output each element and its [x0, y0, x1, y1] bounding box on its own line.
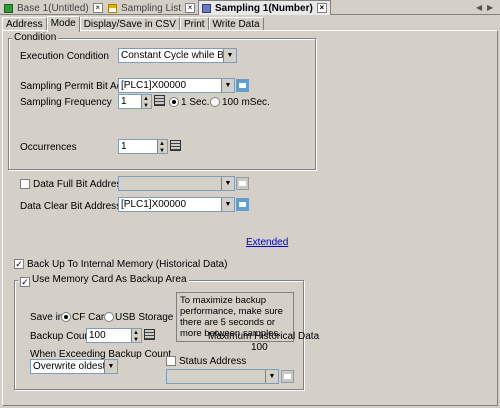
close-icon[interactable]: × — [185, 3, 196, 13]
chevron-down-icon[interactable]: ▼ — [221, 198, 234, 211]
data-clear-bit-address-field[interactable]: [PLC1]X00000 ▼ — [118, 197, 235, 212]
execution-condition-value: Constant Cycle while Bit is ON — [121, 50, 236, 61]
execution-condition-select[interactable]: Constant Cycle while Bit is ON ▼ — [118, 48, 237, 63]
tab-address[interactable]: Address — [2, 17, 47, 31]
backup-count-stepper[interactable]: 100 — [86, 327, 142, 347]
data-full-bit-checkbox[interactable] — [20, 179, 30, 189]
document-tab-bar: Base 1(Untitled) × Sampling List × Sampl… — [0, 0, 500, 15]
close-icon[interactable]: × — [316, 3, 327, 13]
doc-tab-label: Base 1(Untitled) — [17, 2, 89, 14]
tab-scroll-right-icon[interactable]: ▶ — [487, 3, 493, 12]
keypad-icon[interactable] — [154, 95, 165, 106]
sampling-permit-value: [PLC1]X00000 — [121, 80, 187, 91]
doc-tab-sampling-list[interactable]: Sampling List × — [108, 1, 196, 15]
save-cf-card-radio[interactable] — [61, 312, 71, 322]
property-tabs: Address Mode Display/Save in CSV Print W… — [2, 16, 264, 32]
sampling-icon — [202, 3, 211, 13]
data-full-bit-label: Data Full Bit Address — [33, 179, 127, 190]
address-input-icon[interactable] — [236, 198, 249, 211]
tab-mode[interactable]: Mode — [46, 16, 80, 32]
address-input-icon[interactable] — [236, 79, 249, 92]
chevron-down-icon[interactable]: ▼ — [221, 177, 234, 190]
occurrences-stepper[interactable]: 1 — [118, 138, 168, 158]
address-input-icon[interactable] — [236, 177, 249, 190]
tab-scroll-left-icon[interactable]: ◀ — [476, 3, 482, 12]
execution-condition-label: Execution Condition — [20, 51, 109, 62]
table-icon — [108, 3, 117, 13]
chevron-down-icon[interactable]: ▼ — [221, 79, 234, 92]
address-input-icon[interactable] — [281, 370, 294, 383]
memory-card-label: Use Memory Card As Backup Area — [32, 274, 187, 285]
doc-tab-base1[interactable]: Base 1(Untitled) × — [4, 1, 103, 15]
status-address-field[interactable]: ▼ — [166, 369, 279, 384]
doc-tab-label: Sampling List — [121, 2, 182, 14]
sampling-frequency-stepper[interactable]: 1 — [118, 93, 152, 113]
extended-link[interactable]: Extended — [246, 237, 288, 248]
freq-100msec-label: 100 mSec. — [222, 97, 270, 108]
spin-arrows-icon[interactable] — [131, 327, 141, 347]
freq-1sec-radio[interactable] — [169, 97, 179, 107]
chevron-down-icon[interactable]: ▼ — [223, 49, 236, 62]
status-address-label: Status Address — [179, 356, 247, 367]
doc-tab-label: Sampling 1(Number) — [215, 2, 313, 14]
tab-write-data[interactable]: Write Data — [208, 17, 264, 31]
save-usb-storage-label: USB Storage — [115, 312, 174, 323]
backup-internal-memory-label: Back Up To Internal Memory (Historical D… — [27, 259, 228, 270]
close-icon[interactable]: × — [92, 3, 103, 13]
data-clear-bit-value: [PLC1]X00000 — [121, 199, 187, 210]
sampling-permit-address-field[interactable]: [PLC1]X00000 ▼ — [118, 78, 235, 93]
status-address-checkbox[interactable] — [166, 356, 176, 366]
keypad-icon[interactable] — [144, 329, 155, 340]
backup-count-value: 100 — [89, 330, 106, 341]
tab-display-save-csv[interactable]: Display/Save in CSV — [79, 17, 180, 31]
backup-internal-memory-checkbox[interactable]: ✓ — [14, 259, 24, 269]
sampling-frequency-value: 1 — [121, 96, 127, 107]
spin-arrows-icon[interactable] — [141, 93, 151, 113]
keypad-icon[interactable] — [170, 140, 181, 151]
max-historical-label: Maximum Historical Data — [208, 331, 320, 342]
data-full-bit-address-field[interactable]: ▼ — [118, 176, 235, 191]
doc-tab-sampling1[interactable]: Sampling 1(Number) × — [198, 0, 331, 15]
save-in-label: Save in — [30, 312, 64, 323]
condition-group-title: Condition — [12, 32, 59, 43]
freq-100msec-radio[interactable] — [210, 97, 220, 107]
spin-arrows-icon[interactable] — [157, 138, 167, 158]
backup-count-label: Backup Count — [30, 331, 93, 342]
save-usb-storage-radio[interactable] — [104, 312, 114, 322]
chevron-down-icon[interactable]: ▼ — [104, 360, 117, 373]
occurrences-value: 1 — [121, 141, 127, 152]
exceed-count-select[interactable]: Overwrite oldest data ▼ — [30, 359, 118, 374]
freq-1sec-label: 1 Sec. — [181, 97, 210, 108]
tab-print[interactable]: Print — [179, 17, 209, 31]
chevron-down-icon[interactable]: ▼ — [265, 370, 278, 383]
max-historical-value: 100 — [251, 342, 268, 353]
sampling-frequency-label: Sampling Frequency — [20, 97, 112, 108]
memory-card-group-title: Use Memory Card As Backup Area — [18, 274, 189, 285]
occurrences-label: Occurrences — [20, 142, 77, 153]
data-clear-bit-label: Data Clear Bit Address — [20, 201, 122, 212]
screen-icon — [4, 3, 13, 13]
use-memory-card-checkbox[interactable]: ✓ — [20, 277, 30, 287]
